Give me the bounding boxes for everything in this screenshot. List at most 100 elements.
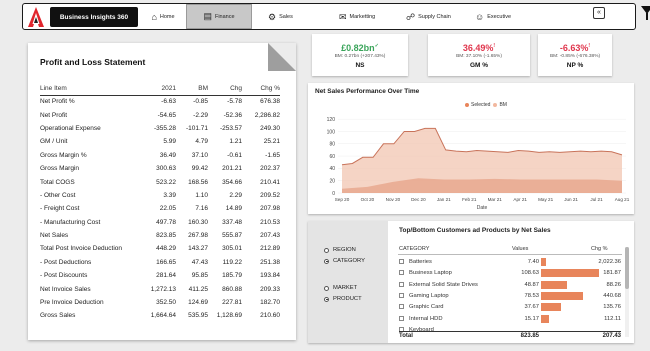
radio-market-circle[interactable] bbox=[324, 285, 329, 291]
row-pct: 112.11 bbox=[604, 315, 621, 322]
pl-row[interactable]: - Manufacturing Cost 497.78 160.30 337.48 21… bbox=[40, 216, 280, 229]
row-pct: 2,022.36 bbox=[598, 259, 621, 265]
pl-cell: 497.78 bbox=[156, 218, 176, 226]
pl-row[interactable]: GM / Unit 5.99 4.79 1.21 25.21 bbox=[40, 135, 280, 148]
pl-header-bm[interactable]: BM bbox=[176, 85, 208, 96]
pl-cell: 352.50 bbox=[156, 299, 176, 307]
dimension-selector-panel: REGION CATEGORY MARKET PRODUCT bbox=[308, 221, 388, 343]
pl-row[interactable]: Net Sales 823.85 267.98 555.87 207.43 bbox=[40, 229, 280, 242]
pl-row[interactable]: Pre Invoice Deduction 352.50 124.69 227.81 1… bbox=[40, 296, 280, 309]
radio-category-circle[interactable] bbox=[324, 258, 329, 264]
net-sales-line-chart[interactable]: 0 20 40 60 80 100 120 Sep 20 Oct 20 Nov 20 Dec 20 J… bbox=[308, 83, 634, 214]
row-checkbox[interactable] bbox=[399, 315, 404, 321]
pl-cell: 411.25 bbox=[188, 285, 208, 293]
row-category: Gaming Laptop bbox=[409, 292, 449, 299]
row-checkbox[interactable] bbox=[399, 292, 404, 298]
pl-cell: 119.22 bbox=[222, 258, 242, 266]
pl-line-item: Net Profit bbox=[40, 111, 68, 119]
table-scrollbar-thumb[interactable] bbox=[625, 247, 629, 289]
radio-region-circle[interactable] bbox=[324, 247, 329, 253]
x-tick-label: Jan 21 bbox=[437, 197, 451, 202]
list-item[interactable]: Graphic Card 37.67 135.76 bbox=[399, 302, 621, 313]
pl-row[interactable]: Total COGS 523.22 168.56 354.66 210.41 bbox=[40, 175, 280, 188]
pl-row[interactable]: Net Profit % -6.63 -0.85 -5.78 676.38 bbox=[40, 95, 280, 108]
radio-market[interactable]: MARKET bbox=[324, 285, 357, 291]
nav-finance[interactable]: ▤ Finance bbox=[186, 4, 252, 29]
pl-header-line-item[interactable]: Line Item bbox=[40, 85, 138, 96]
nav-marketting[interactable]: ✉ Marketting bbox=[339, 4, 409, 30]
kpi-gross-margin[interactable]: 36.49%! BM: 37.10% (-1.65%) GM % bbox=[428, 34, 530, 76]
pl-cell: 2.29 bbox=[229, 191, 242, 199]
row-checkbox[interactable] bbox=[399, 281, 404, 287]
home-icon: ⌂ bbox=[151, 12, 157, 22]
pl-cell: 555.87 bbox=[222, 232, 242, 240]
pl-row[interactable]: - Post Deductions 166.65 47.43 119.22 251.38 bbox=[40, 256, 280, 269]
row-bar bbox=[541, 314, 550, 323]
total-row: Total 823.85 207.43 bbox=[399, 331, 621, 341]
nav-supply-chain[interactable]: ☍ Supply Chain bbox=[406, 4, 481, 30]
supply-chain-icon: ☍ bbox=[406, 11, 416, 22]
row-value: 15.17 bbox=[524, 315, 539, 322]
pl-header-chg[interactable]: Chg bbox=[208, 85, 242, 96]
pl-row[interactable]: - Post Discounts 281.64 95.85 185.79 193.84 bbox=[40, 269, 280, 282]
pl-cell: 249.30 bbox=[260, 124, 280, 132]
executive-icon: ☺ bbox=[475, 12, 485, 22]
row-checkbox[interactable] bbox=[399, 270, 404, 276]
row-value: 108.63 bbox=[521, 270, 539, 277]
pl-row[interactable]: Operational Expense -355.28 -101.71 -253.57… bbox=[40, 122, 280, 135]
kpi-net-sales[interactable]: £0.82bn✓ BM: 0.27bn (+207.43%) NS bbox=[312, 34, 408, 76]
pl-row[interactable]: - Other Cost 3.39 1.10 2.29 209.52 bbox=[40, 189, 280, 202]
filter-icon[interactable] bbox=[641, 6, 650, 20]
collapse-button[interactable]: « bbox=[593, 7, 605, 19]
radio-product[interactable]: PRODUCT bbox=[324, 296, 362, 302]
pl-cell: 5.99 bbox=[163, 138, 176, 146]
pl-header-chg-pct[interactable]: Chg % bbox=[242, 85, 280, 96]
pl-header-2021[interactable]: 2021 bbox=[138, 85, 176, 96]
list-item[interactable]: Internal HDD 15.17 112.11 bbox=[399, 314, 621, 325]
pl-line-item: Net Sales bbox=[40, 232, 69, 240]
radio-region[interactable]: REGION bbox=[324, 247, 356, 253]
list-item[interactable]: External Solid State Drives 48.87 88.26 bbox=[399, 280, 621, 291]
nav-home-label: Home bbox=[159, 14, 175, 20]
pl-cell: 267.98 bbox=[188, 232, 208, 240]
pl-cell: -1.65 bbox=[265, 151, 280, 159]
pl-row[interactable]: Gross Margin % 36.49 37.10 -0.61 -1.65 bbox=[40, 149, 280, 162]
pl-row[interactable]: Gross Sales 1,664.64 535.95 1,128.69 210.60 bbox=[40, 309, 280, 322]
header-values[interactable]: Values bbox=[512, 246, 528, 252]
nav-executive[interactable]: ☺ Executive bbox=[475, 4, 545, 30]
list-item[interactable]: Keyboard bbox=[399, 325, 621, 331]
pl-cell: 143.27 bbox=[188, 245, 208, 253]
pl-line-item: Gross Margin % bbox=[40, 151, 87, 159]
row-checkbox[interactable] bbox=[399, 304, 404, 310]
top-bottom-title: Top/Bottom Customers ad Products by Net … bbox=[399, 227, 551, 234]
list-item[interactable]: Gaming Laptop 78.53 440.68 bbox=[399, 291, 621, 302]
row-value: 78.53 bbox=[524, 292, 539, 299]
list-item[interactable]: Batteries 7.40 2,022.36 bbox=[399, 257, 621, 268]
pl-cell: 207.98 bbox=[260, 205, 280, 213]
pl-row[interactable]: Net Invoice Sales 1,272.13 411.25 860.88 209… bbox=[40, 282, 280, 295]
pl-cell: 95.85 bbox=[191, 272, 208, 280]
x-axis-title: Date bbox=[477, 205, 488, 211]
pl-cell: 300.63 bbox=[156, 165, 176, 173]
kpi-net-profit[interactable]: -6.63%! BM: -0.85% (-676.38%) NP % bbox=[538, 34, 612, 76]
kpi-value: -6.63%! bbox=[559, 43, 591, 53]
pl-row[interactable]: Gross Margin 300.63 99.42 201.21 202.37 bbox=[40, 162, 280, 175]
pl-row[interactable]: Net Profit -54.65 -2.29 -52.36 2,286.82 bbox=[40, 108, 280, 121]
header-category[interactable]: CATEGORY bbox=[399, 246, 429, 252]
radio-product-circle[interactable] bbox=[324, 296, 329, 302]
nav-home[interactable]: ⌂ Home bbox=[133, 4, 193, 30]
list-item[interactable]: Business Laptop 108.63 181.87 bbox=[399, 268, 621, 279]
pl-cell: 3.39 bbox=[163, 191, 176, 199]
radio-category[interactable]: CATEGORY bbox=[324, 258, 365, 264]
row-checkbox[interactable] bbox=[399, 259, 404, 264]
row-category: Business Laptop bbox=[409, 270, 452, 277]
pl-line-item: GM / Unit bbox=[40, 138, 68, 146]
nav-supply-chain-label: Supply Chain bbox=[418, 14, 451, 20]
x-tick-label: Feb 21 bbox=[462, 197, 477, 202]
pl-cell: 210.53 bbox=[260, 218, 280, 226]
pl-row[interactable]: - Freight Cost 22.05 7.16 14.89 207.98 bbox=[40, 202, 280, 215]
pl-row[interactable]: Total Post Invoice Deduction 448.29 143.27… bbox=[40, 242, 280, 255]
nav-sales[interactable]: ⚙ Sales bbox=[268, 4, 328, 30]
pl-line-item: - Post Discounts bbox=[40, 272, 88, 280]
header-chg-pct[interactable]: Chg % bbox=[591, 246, 608, 252]
